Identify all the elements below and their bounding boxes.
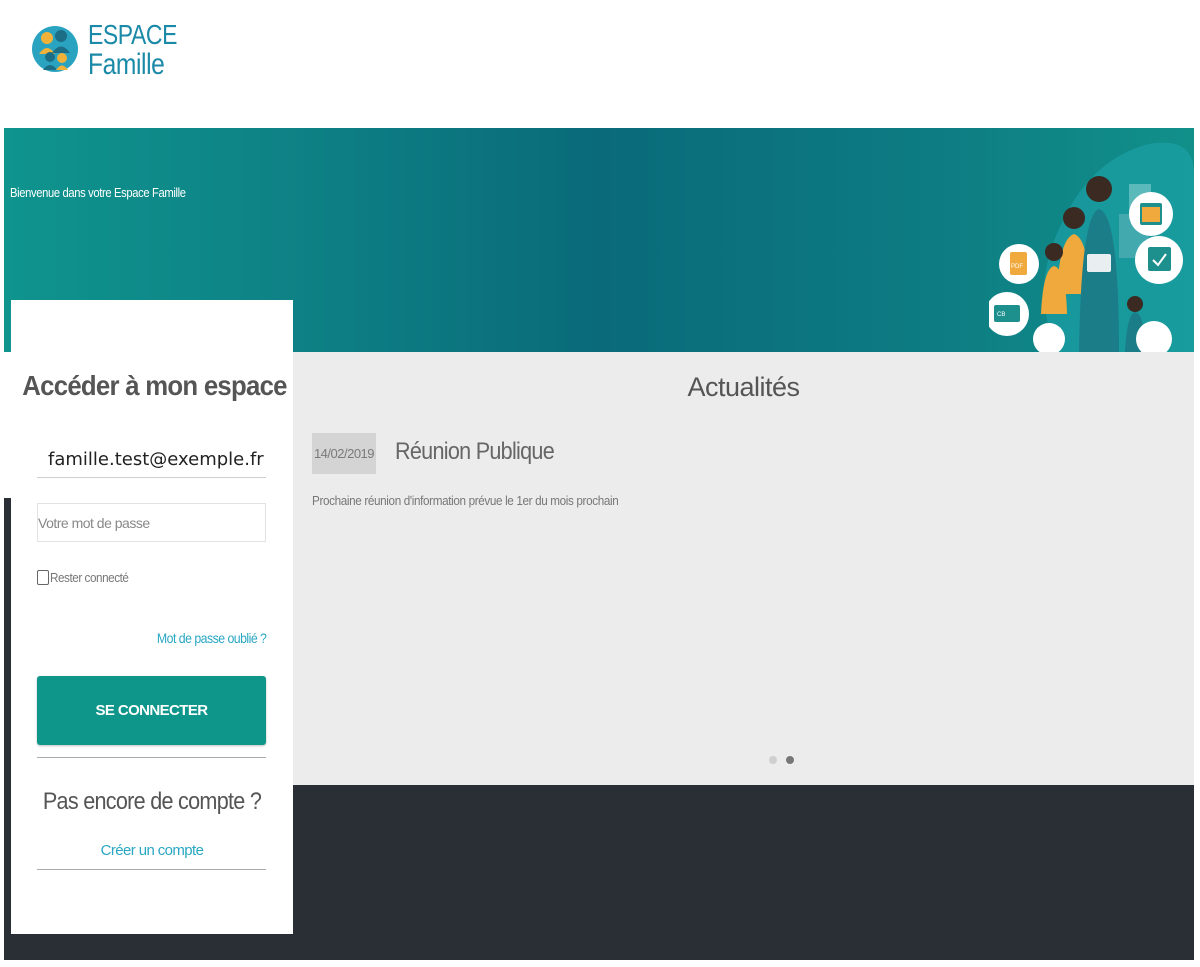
no-account-heading: Pas encore de compte ? xyxy=(42,788,262,815)
brand-wordmark: ESPACE Famille xyxy=(88,18,197,81)
login-button[interactable]: SE CONNECTER xyxy=(37,676,266,745)
remember-checkbox[interactable] xyxy=(37,570,49,585)
login-panel: Accéder à mon espace Rester connecté Mot… xyxy=(11,300,293,934)
brand-line2: Famille xyxy=(88,47,165,81)
welcome-text: Bienvenue dans votre Espace Famille xyxy=(10,185,186,200)
carousel-dot-1[interactable] xyxy=(769,756,777,764)
family-illustration: PDF CB xyxy=(985,134,1194,357)
remember-label[interactable]: Rester connecté xyxy=(50,570,129,585)
pdf-badge: PDF xyxy=(1011,264,1023,270)
password-field[interactable] xyxy=(37,503,266,542)
news-item-title[interactable]: Réunion Publique xyxy=(395,438,555,466)
carousel-dot-2[interactable] xyxy=(786,756,794,764)
site-header: ESPACE Famille xyxy=(0,0,1200,128)
brand-logo[interactable]: ESPACE Famille xyxy=(32,6,197,92)
family-logo-icon xyxy=(32,6,78,92)
news-item-description: Prochaine réunion d'information prévue l… xyxy=(312,493,619,508)
card-badge: CB xyxy=(997,312,1005,318)
divider xyxy=(37,757,266,758)
news-heading: Actualités xyxy=(687,372,800,402)
divider xyxy=(37,869,266,870)
news-item-date: 14/02/2019 xyxy=(312,433,376,474)
carousel-indicators xyxy=(769,756,794,764)
remember-me[interactable]: Rester connecté xyxy=(37,570,137,585)
forgot-password-link[interactable]: Mot de passe oublié ? xyxy=(157,630,267,646)
email-field[interactable] xyxy=(37,442,266,478)
brand-line1: ESPACE xyxy=(88,18,177,50)
create-account-link[interactable]: Créer un compte xyxy=(11,842,293,859)
news-panel: Actualités 14/02/2019 Réunion Publique P… xyxy=(293,352,1194,785)
login-title: Accéder à mon espace xyxy=(22,370,287,401)
